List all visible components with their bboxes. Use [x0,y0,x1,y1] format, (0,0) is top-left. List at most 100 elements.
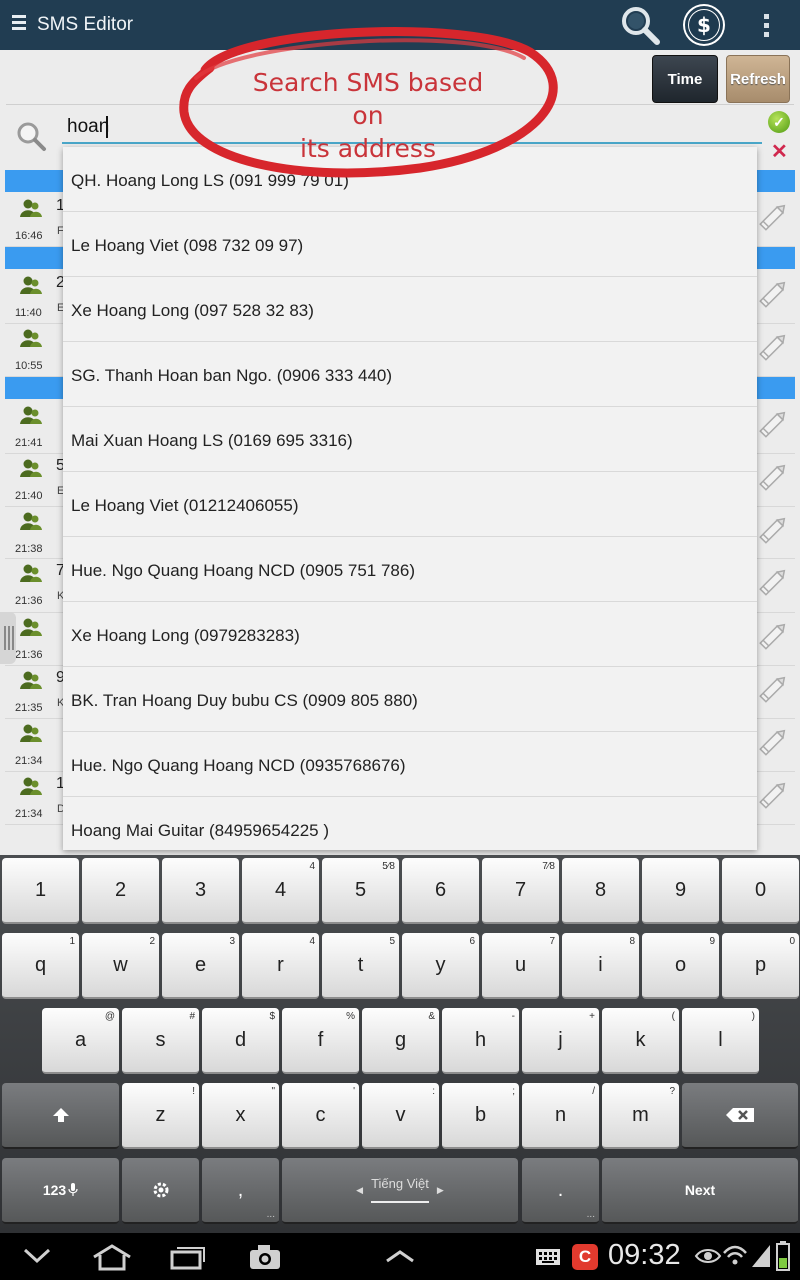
period-key[interactable]: .... [522,1158,599,1224]
key-u[interactable]: u7 [482,933,559,999]
space-key[interactable]: ◀ Tiếng Việt ▶ [282,1158,518,1224]
key-4[interactable]: 44 [242,858,319,924]
key-d[interactable]: d $ [202,1008,279,1074]
suggestion-item[interactable]: BK. Tran Hoang Duy bubu CS (0909 805 880… [63,667,757,732]
key-g[interactable]: g & [362,1008,439,1074]
overflow-menu-icon[interactable] [764,14,770,41]
key-9[interactable]: 9 [642,858,719,924]
edit-pencil-icon[interactable] [755,199,791,235]
edit-pencil-icon[interactable] [755,777,791,813]
suggestion-item[interactable]: Le Hoang Viet (01212406055) [63,472,757,537]
edit-pencil-icon[interactable] [755,564,791,600]
contact-icon [20,670,42,690]
key-alt-label: ' [353,1086,355,1097]
shift-key[interactable] [2,1083,119,1149]
sms-row-time: 21:38 [15,543,43,555]
key-5[interactable]: 5 5⁄8 [322,858,399,924]
refresh-button[interactable]: Refresh [726,55,790,103]
suggestion-item[interactable]: Hoang Mai Guitar (84959654225 ) [63,797,757,850]
edit-pencil-icon[interactable] [755,512,791,548]
suggestion-item[interactable]: Hue. Ngo Quang Hoang NCD (0905 751 786) [63,537,757,602]
key-7[interactable]: 7 7⁄8 [482,858,559,924]
key-label: s [155,1028,166,1051]
suggestion-item[interactable]: Hue. Ngo Quang Hoang NCD (0935768676) [63,732,757,797]
suggestion-item[interactable]: Xe Hoang Long (0979283283) [63,602,757,667]
key-label: 9 [674,878,687,901]
key-s[interactable]: s # [122,1008,199,1074]
key-r[interactable]: r4 [242,933,319,999]
key-alt-label: 7⁄8 [542,861,555,872]
key-p[interactable]: p0 [722,933,799,999]
key-h[interactable]: h- [442,1008,519,1074]
edit-pencil-icon[interactable] [755,329,791,365]
key-6[interactable]: 6 [402,858,479,924]
key-l[interactable]: l) [682,1008,759,1074]
app-title: SMS Editor [37,14,134,35]
clear-x-icon[interactable]: ✕ [771,139,788,164]
key-z[interactable]: z! [122,1083,199,1149]
keyboard-status-icon [536,1249,560,1265]
screenshot-camera-icon[interactable] [248,1243,282,1271]
key-q[interactable]: q1 [2,933,79,999]
edit-pencil-icon[interactable] [755,276,791,312]
suggestion-item[interactable]: Xe Hoang Long (097 528 32 83) [63,277,757,342]
key-label: 8 [594,878,607,901]
suggestion-item[interactable]: SG. Thanh Hoan ban Ngo. (0906 333 440) [63,342,757,407]
key-j[interactable]: j + [522,1008,599,1074]
key-0[interactable]: 0 [722,858,799,924]
key-f[interactable]: f% [282,1008,359,1074]
suggestion-item[interactable]: Mai Xuan Hoang LS (0169 695 3316) [63,407,757,472]
key-8[interactable]: 8 [562,858,639,924]
key-label: p [754,953,767,976]
symbols-key[interactable]: 123 [2,1158,119,1224]
comma-key[interactable]: ,... [202,1158,279,1224]
key-k[interactable]: k( [602,1008,679,1074]
donate-dollar-icon[interactable]: $ [685,6,723,44]
back-chevron-icon[interactable] [22,1247,52,1265]
edit-pencil-icon[interactable] [755,406,791,442]
key-n[interactable]: n / [522,1083,599,1149]
key-label: . [557,1178,564,1201]
app-menu-icon[interactable] [12,15,26,35]
text-cursor [106,116,108,138]
key-e[interactable]: e3 [162,933,239,999]
backspace-key[interactable] [682,1083,798,1149]
key-label: c [315,1103,326,1126]
key-alt-label: # [189,1011,195,1022]
drawer-handle[interactable] [0,612,16,664]
recent-apps-icon[interactable] [168,1242,208,1272]
key-v[interactable]: v: [362,1083,439,1149]
key-label: f [317,1028,324,1051]
key-m[interactable]: m? [602,1083,679,1149]
sms-row-time: 21:34 [15,808,43,820]
hide-keyboard-chevron-icon[interactable] [384,1249,416,1263]
key-t[interactable]: t5 [322,933,399,999]
key-1[interactable]: 1 [2,858,79,924]
key-o[interactable]: o9 [642,933,719,999]
key-label: l [718,1028,723,1051]
confirm-check-icon[interactable]: ✓ [768,111,790,133]
key-y[interactable]: y6 [402,933,479,999]
key-alt-label: 2 [149,936,155,947]
key-b[interactable]: b; [442,1083,519,1149]
home-icon[interactable] [90,1242,134,1272]
key-w[interactable]: w2 [82,933,159,999]
edit-pencil-icon[interactable] [755,618,791,654]
sort-time-button[interactable]: Time [652,55,718,103]
next-key[interactable]: Next [602,1158,798,1224]
key-3[interactable]: 3 [162,858,239,924]
contact-icon [20,511,42,531]
suggestion-item[interactable]: Le Hoang Viet (098 732 09 97) [63,212,757,277]
key-2[interactable]: 2 [82,858,159,924]
edit-pencil-icon[interactable] [755,724,791,760]
space-left-arrow: ◀ [356,1184,364,1195]
edit-pencil-icon[interactable] [755,459,791,495]
key-a[interactable]: a @ [42,1008,119,1074]
search-icon[interactable] [618,4,662,48]
key-x[interactable]: x " [202,1083,279,1149]
key-c[interactable]: c ' [282,1083,359,1149]
edit-pencil-icon[interactable] [755,671,791,707]
settings-key[interactable] [122,1158,199,1224]
key-i[interactable]: i8 [562,933,639,999]
key-label: Next [684,1182,716,1198]
